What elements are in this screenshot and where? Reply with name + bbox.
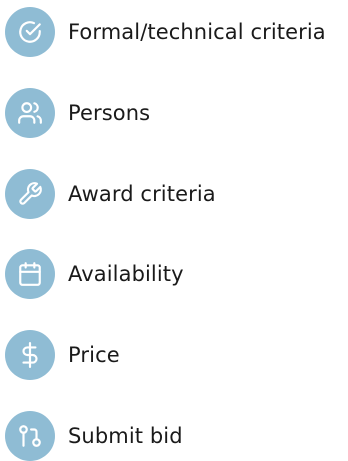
git-pull-request-icon — [5, 411, 55, 461]
nav-item-label: Availability — [68, 262, 184, 286]
step-navigation-list: Formal/technical criteria Persons Award … — [0, 0, 348, 461]
nav-item-label: Formal/technical criteria — [68, 20, 326, 44]
nav-item-availability[interactable]: Availability — [5, 249, 184, 299]
nav-item-label: Award criteria — [68, 182, 216, 206]
dollar-icon — [5, 330, 55, 380]
nav-item-label: Persons — [68, 101, 151, 125]
nav-item-persons[interactable]: Persons — [5, 88, 150, 138]
wrench-icon — [5, 169, 55, 219]
nav-item-formal-technical-criteria[interactable]: Formal/technical criteria — [5, 7, 326, 57]
nav-item-award-criteria[interactable]: Award criteria — [5, 169, 216, 219]
check-circle-icon — [5, 7, 55, 57]
nav-item-label: Price — [68, 343, 120, 367]
nav-item-price[interactable]: Price — [5, 330, 120, 380]
nav-item-submit-bid[interactable]: Submit bid — [5, 411, 183, 461]
nav-item-label: Submit bid — [68, 424, 183, 448]
users-icon — [5, 88, 55, 138]
calendar-icon — [5, 249, 55, 299]
